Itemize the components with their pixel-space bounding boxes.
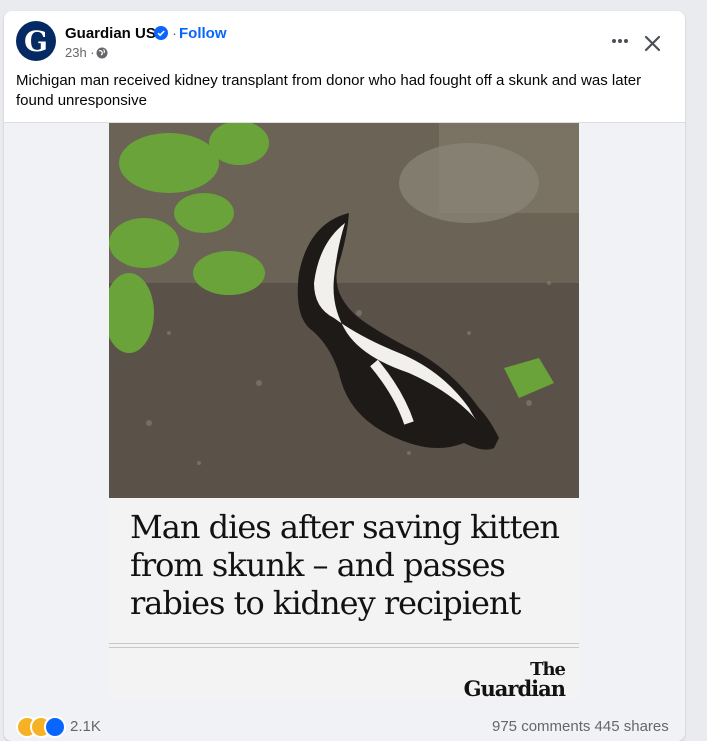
post-time[interactable]: 23h · [65, 45, 95, 60]
close-icon[interactable] [640, 31, 666, 57]
svg-text:G: G [24, 25, 48, 58]
guardian-logo: Guardian [463, 676, 566, 701]
post-caption: Michigan man received kidney transplant … [16, 72, 642, 109]
article-card: Man dies after saving kitten from skunk … [109, 498, 579, 701]
more-options-icon[interactable] [604, 31, 636, 55]
thumbs-up-reaction-icon [44, 716, 66, 738]
post-card: G Guardian US · Follow 23h · Michigan ma… [4, 11, 685, 741]
divider [109, 643, 579, 644]
comments-shares-count[interactable]: 975 comments 445 shares [492, 718, 669, 735]
separator-dot: · [172, 25, 177, 42]
skunk-photo [109, 123, 579, 498]
follow-button[interactable]: Follow [179, 25, 227, 42]
globe-icon [96, 47, 108, 59]
reactions-count[interactable]: 2.1K [70, 718, 101, 735]
page-name[interactable]: Guardian US [65, 25, 156, 42]
divider [109, 647, 579, 648]
verified-badge-icon [154, 26, 168, 40]
article-headline: Man dies after saving kitten from skunk … [130, 508, 560, 622]
link-preview[interactable]: Man dies after saving kitten from skunk … [4, 122, 685, 741]
page-avatar[interactable]: G [16, 21, 56, 61]
